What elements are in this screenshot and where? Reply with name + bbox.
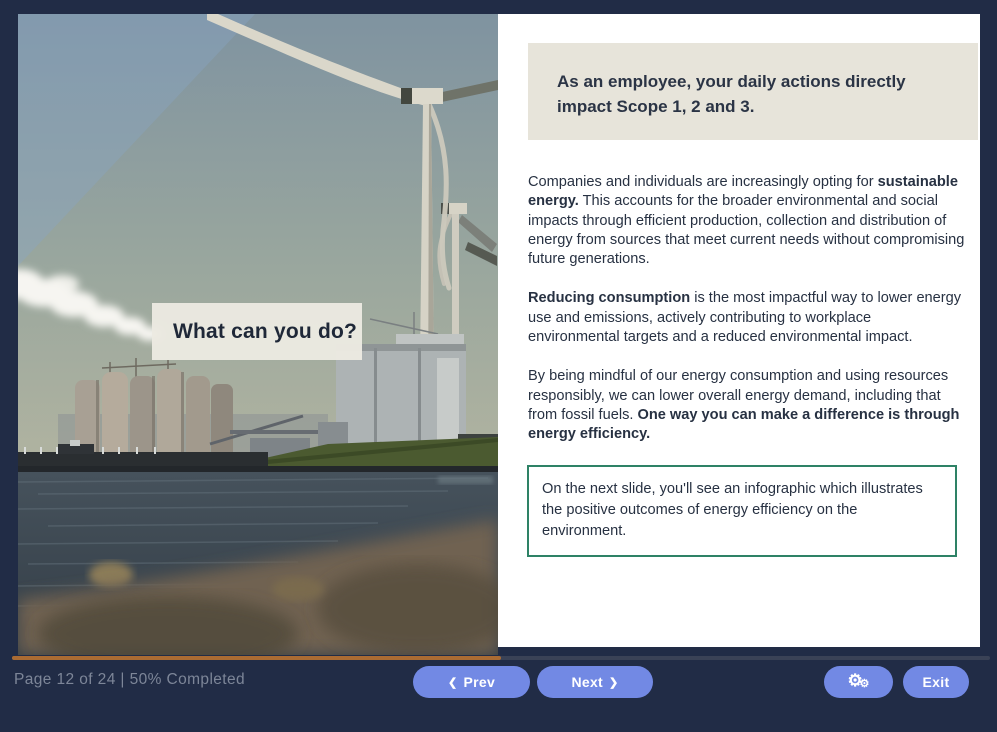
callout-box: On the next slide, you'll see an infogra… xyxy=(527,465,957,557)
course-player: What can you do? As an employee, your da… xyxy=(0,0,997,732)
paragraph: Reducing consumption is the most impactf… xyxy=(528,289,965,347)
chevron-right-icon: ❯ xyxy=(609,676,619,689)
prev-button[interactable]: ❮ Prev xyxy=(413,666,530,698)
slide-content: As an employee, your daily actions direc… xyxy=(498,14,980,647)
settings-button[interactable]: ⚙ ⚙ xyxy=(824,666,893,698)
page-status: Page 12 of 24 | 50% Completed xyxy=(14,671,245,689)
header-banner: As an employee, your daily actions direc… xyxy=(528,43,978,140)
gear-icon: ⚙ ⚙ xyxy=(848,672,870,692)
chevron-left-icon: ❮ xyxy=(448,676,458,689)
paragraph: Companies and individuals are increasing… xyxy=(528,173,965,269)
paragraph: By being mindful of our energy consumpti… xyxy=(528,367,965,444)
photo-caption: What can you do? xyxy=(152,303,362,360)
body-copy: Companies and individuals are increasing… xyxy=(528,173,965,445)
exit-button[interactable]: Exit xyxy=(903,666,969,698)
slide-photo: What can you do? xyxy=(18,14,498,655)
exit-label: Exit xyxy=(923,674,950,690)
next-button[interactable]: Next ❯ xyxy=(537,666,653,698)
progress-bar xyxy=(12,656,990,660)
progress-fill xyxy=(12,656,501,660)
prev-label: Prev xyxy=(463,674,495,690)
next-label: Next xyxy=(571,674,603,690)
